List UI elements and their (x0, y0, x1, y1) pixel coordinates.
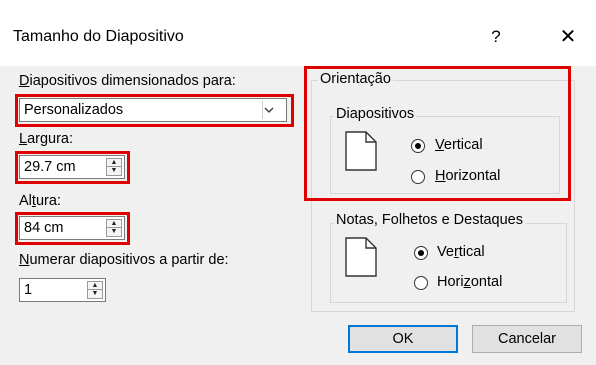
numbering-increment-icon[interactable]: ▲ (88, 282, 102, 290)
width-spinner[interactable]: 29.7 cm ▲ ▼ (19, 155, 125, 179)
height-stepper: ▲ ▼ (106, 219, 122, 237)
portrait-page-icon (344, 130, 378, 172)
numbering-value[interactable]: 1 (24, 282, 32, 298)
chevron-down-icon[interactable] (262, 101, 284, 119)
slide-size-label: Diapositivos dimensionados para: (19, 73, 236, 89)
notes-horizontal-radio[interactable] (414, 276, 428, 290)
height-decrement-icon[interactable]: ▼ (107, 228, 121, 236)
width-stepper: ▲ ▼ (106, 158, 122, 176)
slides-horizontal-label[interactable]: Horizontal (435, 168, 500, 184)
cancel-button[interactable]: Cancelar (472, 325, 582, 353)
slide-size-value: Personalizados (24, 102, 124, 118)
portrait-page-icon (344, 236, 378, 278)
dialog-title: Tamanho do Diapositivo (13, 28, 184, 45)
slides-vertical-radio[interactable] (411, 139, 425, 153)
slides-orientation-legend: Diapositivos (334, 106, 417, 122)
numbering-decrement-icon[interactable]: ▼ (88, 290, 102, 298)
close-button[interactable]: ✕ (548, 22, 588, 52)
notes-vertical-label[interactable]: Vertical (437, 244, 485, 260)
help-button[interactable]: ? (476, 22, 516, 52)
slides-vertical-label[interactable]: Vertical (435, 137, 483, 153)
dialog-body: Diapositivos dimensionados para: Persona… (0, 66, 596, 365)
title-bar: Tamanho do Diapositivo ? ✕ (0, 0, 596, 66)
notes-orientation-legend: Notas, Folhetos e Destaques (334, 212, 525, 228)
ok-button[interactable]: OK (348, 325, 458, 353)
height-increment-icon[interactable]: ▲ (107, 220, 121, 228)
numbering-label: Numerar diapositivos a partir de: (19, 252, 229, 268)
height-spinner[interactable]: 84 cm ▲ ▼ (19, 216, 125, 240)
numbering-stepper: ▲ ▼ (87, 281, 103, 299)
width-decrement-icon[interactable]: ▼ (107, 167, 121, 175)
height-value[interactable]: 84 cm (24, 220, 64, 236)
notes-horizontal-label[interactable]: Horizontal (437, 274, 502, 290)
numbering-spinner[interactable]: 1 ▲ ▼ (19, 278, 106, 302)
width-value[interactable]: 29.7 cm (24, 159, 76, 175)
slide-size-select[interactable]: Personalizados (19, 98, 287, 122)
width-increment-icon[interactable]: ▲ (107, 159, 121, 167)
slide-size-dialog: Tamanho do Diapositivo ? ✕ Diapositivos … (0, 0, 596, 365)
notes-vertical-radio[interactable] (414, 246, 428, 260)
slides-horizontal-radio[interactable] (411, 170, 425, 184)
height-label: Altura: (19, 193, 61, 209)
width-label: Largura: (19, 131, 74, 147)
